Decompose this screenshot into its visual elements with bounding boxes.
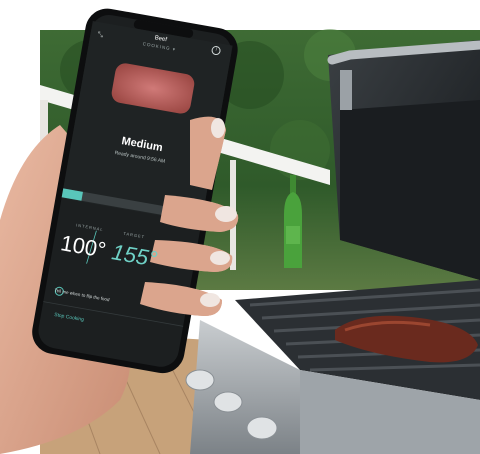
internal-label: INTERNAL — [75, 222, 104, 233]
target-label: TARGET — [123, 230, 146, 240]
target-temperature[interactable]: 155° — [110, 239, 159, 273]
grill-body — [190, 280, 480, 454]
flip-reminder-toggle[interactable]: Tell me when to flip the food — [54, 288, 110, 303]
internal-temperature: 100° — [58, 230, 108, 263]
stop-cooking-button[interactable]: Stop Cooking — [54, 312, 85, 323]
